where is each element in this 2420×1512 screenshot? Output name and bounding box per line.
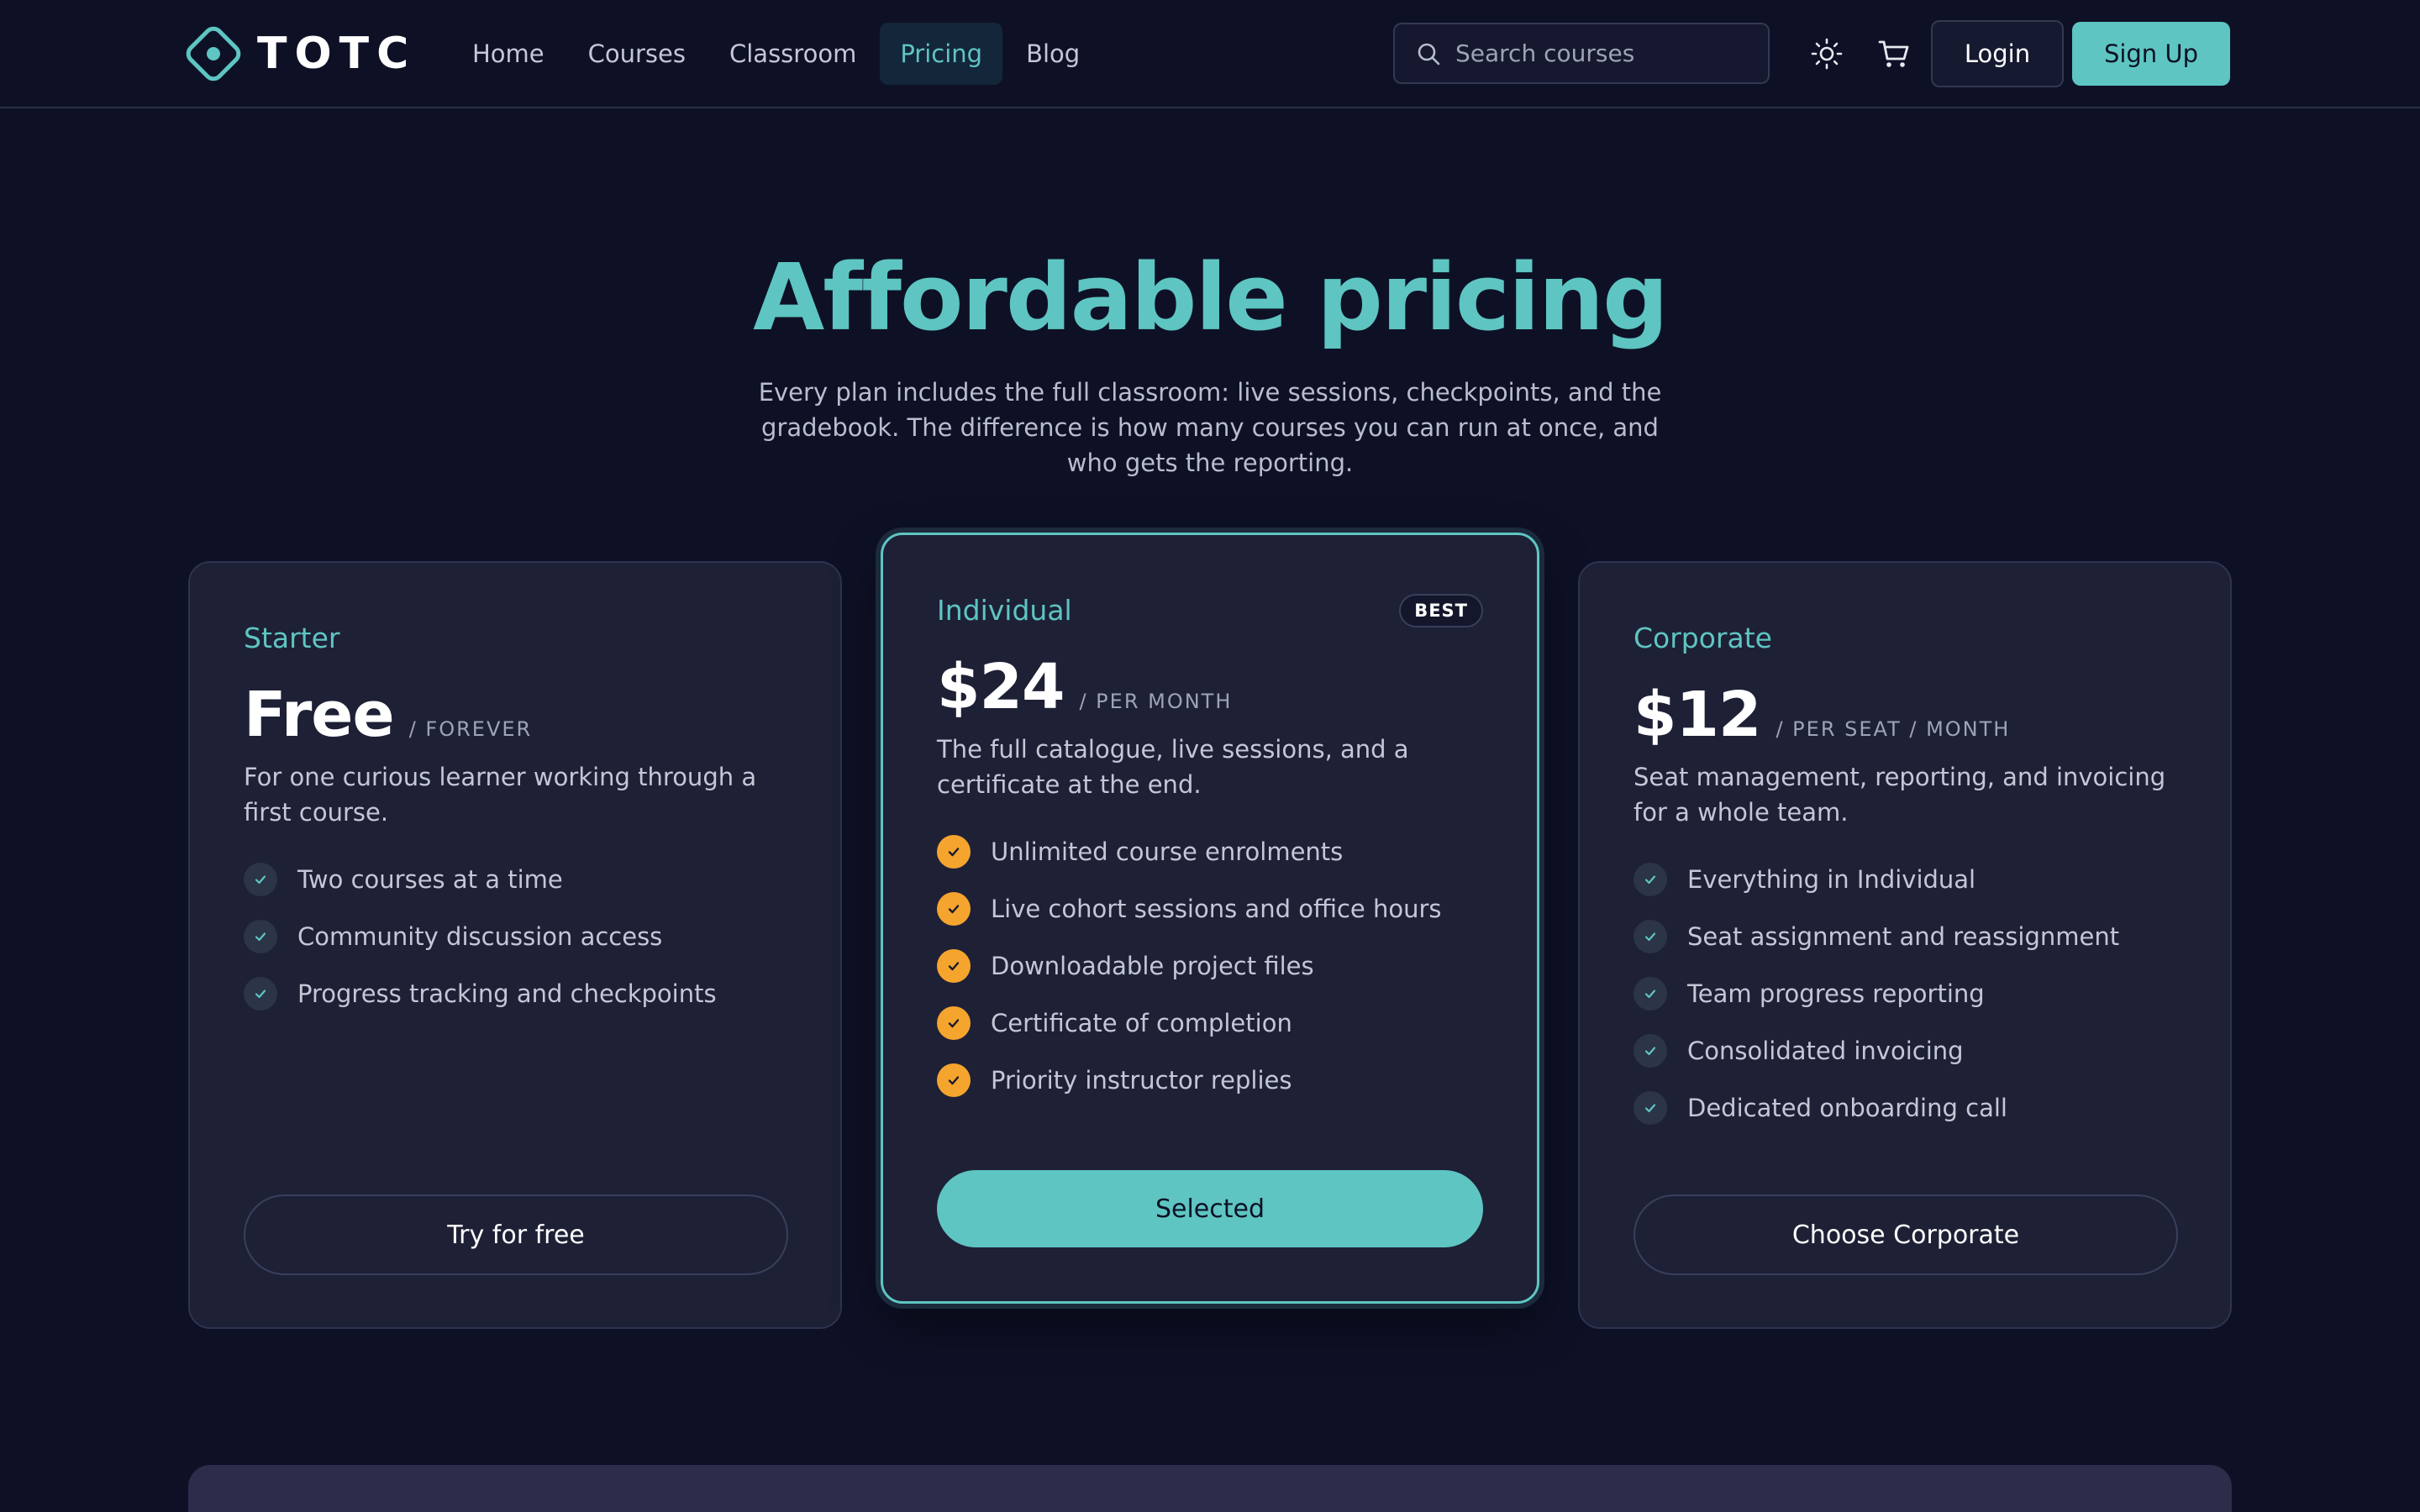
check-icon <box>937 892 971 926</box>
theme-toggle-button[interactable] <box>1808 35 1845 72</box>
cart-button[interactable] <box>1876 35 1912 72</box>
pricing-page: TOTC Home Courses Classroom Pricing Blog <box>0 0 2420 1512</box>
main-nav: Home Courses Classroom Pricing Blog <box>452 23 1100 85</box>
nav-home[interactable]: Home <box>452 23 565 85</box>
check-icon <box>244 920 277 953</box>
sun-icon <box>1811 38 1843 70</box>
feature-text: Two courses at a time <box>297 865 563 894</box>
plan-price: Free <box>244 679 395 751</box>
check-icon <box>1634 977 1667 1011</box>
login-button[interactable]: Login <box>1931 20 2064 87</box>
feature-text: Seat assignment and reassignment <box>1687 922 2120 951</box>
price-row: Free / FOREVER <box>244 679 786 751</box>
feature-list: Unlimited course enrolments Live cohort … <box>937 834 1483 1098</box>
feature-item: Priority instructor replies <box>937 1063 1483 1098</box>
feature-text: Team progress reporting <box>1687 979 1985 1008</box>
plan-card-corporate: Corporate $12 / PER SEAT / MONTH Seat ma… <box>1578 561 2232 1329</box>
feature-text: Unlimited course enrolments <box>991 837 1344 866</box>
feature-item: Community discussion access <box>244 919 786 954</box>
plan-card-individual: Individual BEST $24 / PER MONTH The full… <box>881 533 1539 1304</box>
check-icon <box>937 1063 971 1097</box>
feature-item: Seat assignment and reassignment <box>1634 919 2176 954</box>
nav-classroom[interactable]: Classroom <box>709 23 876 85</box>
price-row: $24 / PER MONTH <box>937 651 1483 723</box>
logo-icon <box>186 26 241 81</box>
feature-text: Dedicated onboarding call <box>1687 1094 2007 1122</box>
price-row: $12 / PER SEAT / MONTH <box>1634 679 2176 751</box>
check-icon <box>244 977 277 1011</box>
check-icon <box>937 949 971 983</box>
search-box[interactable] <box>1393 23 1770 84</box>
search-input[interactable] <box>1455 39 1758 67</box>
choose-corporate-button[interactable]: Choose Corporate <box>1634 1194 2178 1275</box>
feature-item: Progress tracking and checkpoints <box>244 976 786 1011</box>
feature-item: Certificate of completion <box>937 1005 1483 1041</box>
feature-list: Everything in Individual Seat assignment… <box>1634 862 2176 1126</box>
check-icon <box>1634 920 1667 953</box>
plan-name: Corporate <box>1634 621 1772 654</box>
page-subtitle: Every plan includes the full classroom: … <box>758 378 1662 477</box>
check-icon <box>1634 863 1667 896</box>
search-icon <box>1418 43 1440 65</box>
plan-description: Seat management, reporting, and invoicin… <box>1634 763 2166 827</box>
nav-courses[interactable]: Courses <box>568 23 706 85</box>
feature-item: Downloadable project files <box>937 948 1483 984</box>
check-icon <box>244 863 277 896</box>
top-navbar: TOTC Home Courses Classroom Pricing Blog <box>0 0 2420 108</box>
plan-name: Starter <box>244 621 340 654</box>
feature-item: Two courses at a time <box>244 862 786 897</box>
plan-description: For one curious learner working through … <box>244 763 757 827</box>
feature-text: Certificate of completion <box>991 1009 1292 1037</box>
next-section-panel <box>188 1465 2232 1512</box>
feature-text: Consolidated invoicing <box>1687 1037 1964 1065</box>
feature-text: Progress tracking and checkpoints <box>297 979 717 1008</box>
feature-text: Priority instructor replies <box>991 1066 1292 1095</box>
feature-text: Downloadable project files <box>991 952 1314 980</box>
plan-period: / PER SEAT / MONTH <box>1776 717 2011 741</box>
plan-price: $12 <box>1634 679 1761 751</box>
best-badge: BEST <box>1399 594 1483 627</box>
page-title: Affordable pricing <box>753 244 1669 351</box>
check-icon <box>937 835 971 869</box>
feature-item: Consolidated invoicing <box>1634 1033 2176 1068</box>
logo[interactable]: TOTC <box>182 22 416 86</box>
logo-text: TOTC <box>257 29 417 79</box>
plan-card-starter: Starter Free / FOREVER For one curious l… <box>188 561 842 1329</box>
check-icon <box>1634 1091 1667 1125</box>
plan-period: / FOREVER <box>408 717 533 741</box>
signup-button[interactable]: Sign Up <box>2072 22 2230 86</box>
plan-period: / PER MONTH <box>1079 690 1233 713</box>
check-icon <box>937 1006 971 1040</box>
feature-list: Two courses at a time Community discussi… <box>244 862 786 1011</box>
feature-item: Dedicated onboarding call <box>1634 1090 2176 1126</box>
feature-item: Live cohort sessions and office hours <box>937 891 1483 927</box>
feature-text: Live cohort sessions and office hours <box>991 895 1442 923</box>
nav-blog[interactable]: Blog <box>1006 23 1100 85</box>
feature-text: Community discussion access <box>297 922 663 951</box>
feature-text: Everything in Individual <box>1687 865 1976 894</box>
plan-description: The full catalogue, live sessions, and a… <box>937 735 1409 799</box>
feature-item: Team progress reporting <box>1634 976 2176 1011</box>
check-icon <box>1634 1034 1667 1068</box>
plan-price: $24 <box>937 651 1065 723</box>
try-free-button[interactable]: Try for free <box>244 1194 788 1275</box>
nav-pricing[interactable]: Pricing <box>880 23 1003 85</box>
cart-icon <box>1878 40 1909 67</box>
selected-plan-button[interactable]: Selected <box>937 1170 1483 1247</box>
feature-item: Everything in Individual <box>1634 862 2176 897</box>
feature-item: Unlimited course enrolments <box>937 834 1483 869</box>
